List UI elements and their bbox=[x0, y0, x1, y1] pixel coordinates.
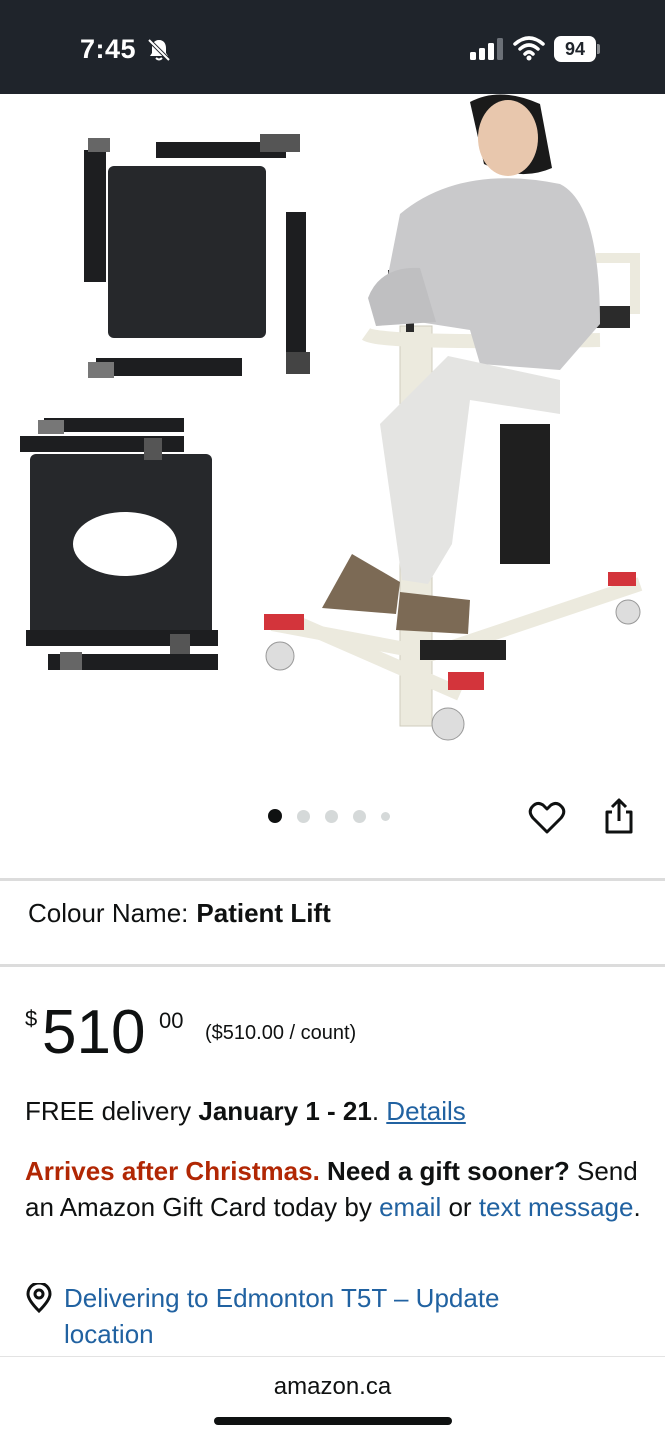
bell-slash-icon bbox=[147, 38, 171, 62]
details-link[interactable]: Details bbox=[386, 1096, 465, 1126]
share-icon[interactable] bbox=[600, 796, 638, 836]
signal-icon bbox=[470, 38, 503, 60]
sling-bottom bbox=[20, 418, 218, 670]
email-link[interactable]: email bbox=[379, 1192, 441, 1222]
divider bbox=[0, 964, 665, 967]
divider bbox=[0, 878, 665, 881]
image-carousel-dots[interactable] bbox=[268, 808, 405, 824]
delivery-period: . bbox=[371, 1096, 380, 1126]
battery-icon: 94 bbox=[554, 36, 600, 62]
person bbox=[322, 94, 600, 634]
unit-price: ($510.00 / count) bbox=[205, 1022, 357, 1044]
carousel-dot-1[interactable] bbox=[268, 809, 282, 823]
battery-level: 94 bbox=[554, 36, 596, 62]
location-pin-icon bbox=[26, 1283, 52, 1313]
gift-question: Need a gift sooner? bbox=[327, 1156, 570, 1186]
delivery-dates: January 1 - 21 bbox=[198, 1096, 372, 1126]
price-currency: $ bbox=[25, 1006, 38, 1031]
carousel-dot-5[interactable] bbox=[381, 811, 390, 821]
delivery-prefix: FREE delivery bbox=[25, 1096, 192, 1126]
colour-value: Patient Lift bbox=[196, 898, 331, 928]
status-time: 7:45 bbox=[80, 34, 137, 64]
wifi-icon bbox=[513, 36, 545, 61]
colour-label: Colour Name: bbox=[28, 898, 189, 928]
browser-bar: amazon.ca bbox=[0, 1356, 665, 1440]
heart-icon[interactable] bbox=[527, 798, 567, 838]
promo-end: . bbox=[633, 1192, 641, 1222]
home-indicator[interactable] bbox=[214, 1417, 452, 1425]
location-link[interactable]: Delivering to Edmonton T5T – Update loca… bbox=[64, 1280, 584, 1352]
or-text: or bbox=[448, 1192, 472, 1222]
status-bar: 7:45 94 bbox=[0, 0, 665, 94]
arrives-warning: Arrives after Christmas. bbox=[25, 1156, 320, 1186]
patient-lift-illustration bbox=[20, 94, 643, 741]
price-whole: 510 bbox=[42, 998, 146, 1067]
sling-top bbox=[84, 134, 310, 378]
carousel-dot-2[interactable] bbox=[297, 809, 310, 823]
carousel-dot-4[interactable] bbox=[353, 809, 366, 823]
price-fraction: 00 bbox=[159, 1008, 184, 1033]
carousel-dot-3[interactable] bbox=[325, 809, 338, 823]
colour-name-row[interactable]: Colour Name: Patient Lift bbox=[28, 898, 331, 929]
product-image[interactable] bbox=[0, 94, 665, 784]
text-message-link[interactable]: text message bbox=[479, 1192, 634, 1222]
gift-promo: Arrives after Christmas. Need a gift soo… bbox=[25, 1153, 645, 1225]
url-domain[interactable]: amazon.ca bbox=[0, 1373, 665, 1401]
delivery-info: FREE delivery January 1 - 21. Details bbox=[25, 1096, 466, 1127]
